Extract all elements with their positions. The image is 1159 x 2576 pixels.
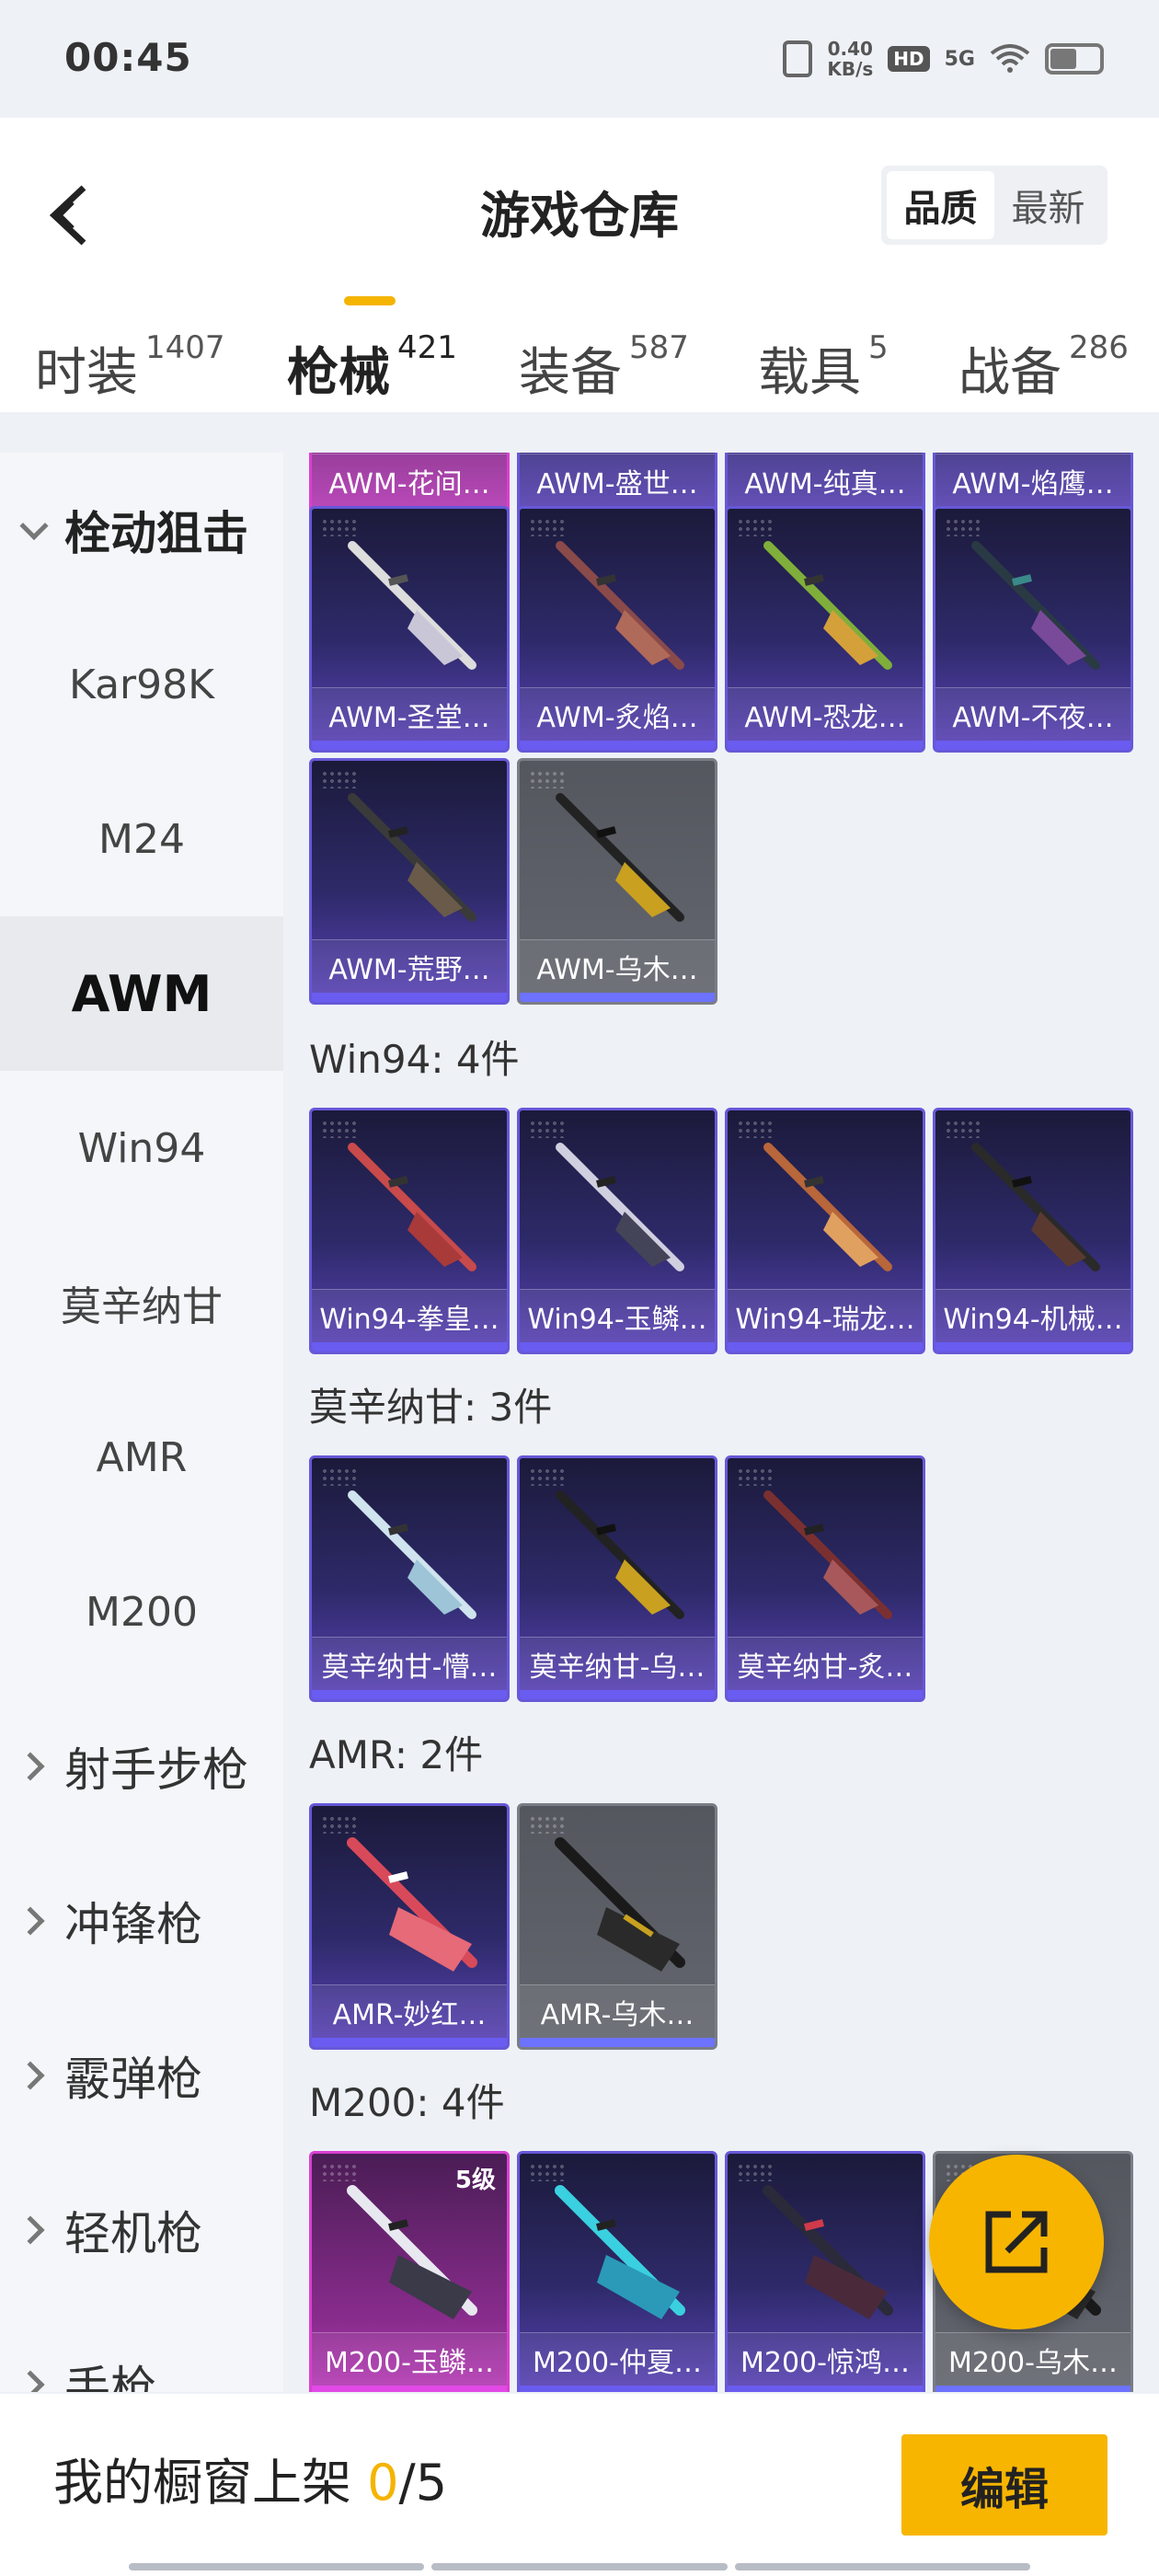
weapon-grid: AWM-花间… AWM-盛世… AWM-纯真… AWM-焰鹰… AWM-圣堂… … xyxy=(283,453,1159,2392)
showcase-bar: 我的橱窗上架 0/5 编辑 xyxy=(0,2394,1159,2576)
rifle-icon xyxy=(556,1143,684,1271)
status-icons: 0.40 KB/s HD 5G xyxy=(783,33,1104,85)
tab-vehicles[interactable]: 载具 5 xyxy=(758,329,889,414)
weapon-card[interactable]: Win94-玉鳞… xyxy=(517,1108,717,1354)
weapon-card[interactable]: AWM-恐龙… xyxy=(725,506,925,753)
weapon-card[interactable]: M200-惊鸿… xyxy=(725,2151,925,2392)
chevron-right-icon xyxy=(16,2370,45,2392)
section-title-m200: M200: 4件 xyxy=(309,2080,505,2125)
sidebar-item-awm[interactable]: AWM xyxy=(0,916,283,1071)
wifi-icon xyxy=(990,44,1030,73)
weapon-card[interactable]: 莫辛纳甘-乌… xyxy=(517,1455,717,1702)
weapon-card[interactable]: 莫辛纳甘-炙… xyxy=(725,1455,925,1702)
weapon-card[interactable]: AWM-不夜… xyxy=(933,506,1133,753)
sidebar-group-lmg[interactable]: 轻机枪 xyxy=(0,2153,283,2307)
rifle-icon xyxy=(763,541,892,670)
weapon-card[interactable]: AWM-圣堂… xyxy=(309,506,510,753)
showcase-status: 我的橱窗上架 0/5 xyxy=(53,2454,448,2512)
rifle-icon xyxy=(555,1837,685,1972)
weapon-card[interactable]: AMR-妙红… xyxy=(309,1803,510,2050)
weapon-sidebar: 栓动狙击 Kar98K M24 AWM Win94 莫辛纳甘 AMR M200 … xyxy=(0,453,283,2392)
tab-fashion[interactable]: 时装 1407 xyxy=(35,329,225,414)
sidebar-item-mosin[interactable]: 莫辛纳甘 xyxy=(0,1225,283,1380)
weapon-card[interactable]: M200-仲夏… xyxy=(517,2151,717,2392)
sort-quality[interactable]: 品质 xyxy=(887,171,994,239)
hd-icon: HD xyxy=(888,46,930,72)
sidebar-item-win94[interactable]: Win94 xyxy=(0,1071,283,1225)
tab-firearms[interactable]: 枪械 421 xyxy=(287,329,457,414)
sidebar-group-pistol[interactable]: 手枪 xyxy=(0,2307,283,2392)
rifle-icon xyxy=(763,1143,892,1271)
weapon-card[interactable]: AWM-荒野… xyxy=(309,758,510,1005)
sidebar-group-bolt-action[interactable]: 栓动狙击 xyxy=(0,453,283,607)
vibrate-icon xyxy=(783,40,813,77)
chevron-down-icon xyxy=(19,512,49,541)
sidebar-item-m200[interactable]: M200 xyxy=(0,1535,283,1689)
home-indicator xyxy=(129,2563,1030,2570)
sort-latest[interactable]: 最新 xyxy=(994,171,1102,239)
rifle-icon xyxy=(348,541,476,670)
status-bar: 00:45 0.40 KB/s HD 5G xyxy=(0,0,1159,118)
chevron-right-icon xyxy=(16,1752,45,1781)
rifle-icon xyxy=(348,1143,476,1271)
chevron-right-icon xyxy=(16,2061,45,2090)
weapon-card[interactable]: Win94-拳皇… xyxy=(309,1108,510,1354)
rifle-icon xyxy=(347,1837,477,1972)
sort-toggle[interactable]: 品质 最新 xyxy=(881,166,1107,245)
external-share-icon xyxy=(985,2211,1048,2273)
active-tab-indicator xyxy=(344,296,396,305)
sidebar-item-kar98k[interactable]: Kar98K xyxy=(0,607,283,762)
signal-5g-icon: 5G xyxy=(944,47,975,71)
tab-equipment[interactable]: 装备 587 xyxy=(519,329,689,414)
section-title-mosin: 莫辛纳甘: 3件 xyxy=(309,1385,553,1430)
clock: 00:45 xyxy=(64,35,192,80)
rifle-icon xyxy=(971,1143,1100,1271)
rifle-icon xyxy=(556,1490,684,1619)
weapon-card[interactable]: 莫辛纳甘-懵… xyxy=(309,1455,510,1702)
rifle-icon xyxy=(763,1490,892,1619)
rifle-icon xyxy=(347,2185,477,2319)
showcase-count: 0 xyxy=(367,2454,399,2512)
battery-icon xyxy=(1045,43,1104,75)
rifle-icon xyxy=(763,2185,893,2319)
sidebar-group-marksman[interactable]: 射手步枪 xyxy=(0,1689,283,1844)
section-title-win94: Win94: 4件 xyxy=(309,1037,520,1082)
sidebar-item-amr[interactable]: AMR xyxy=(0,1380,283,1535)
rifle-icon xyxy=(556,541,684,670)
sidebar-group-smg[interactable]: 冲锋枪 xyxy=(0,1844,283,1998)
weapon-card[interactable]: Win94-机械… xyxy=(933,1108,1133,1354)
rifle-icon xyxy=(971,541,1100,670)
weapon-card[interactable]: 5级 M200-玉鳞… xyxy=(309,2151,510,2392)
edit-button[interactable]: 编辑 xyxy=(901,2434,1107,2536)
rifle-icon xyxy=(555,2185,685,2319)
rifle-icon xyxy=(348,793,476,922)
weapon-card[interactable]: AWM-乌木… xyxy=(517,758,717,1005)
tab-supplies[interactable]: 战备 286 xyxy=(958,329,1129,414)
share-button[interactable] xyxy=(929,2155,1104,2329)
chevron-right-icon xyxy=(16,2215,45,2245)
sidebar-group-shotgun[interactable]: 霰弹枪 xyxy=(0,1998,283,2153)
header: 游戏仓库 品质 最新 时装 1407 枪械 421 装备 587 载具 5 战备… xyxy=(0,118,1159,412)
rifle-icon xyxy=(556,793,684,922)
sidebar-item-m24[interactable]: M24 xyxy=(0,762,283,916)
weapon-card[interactable]: AMR-乌木… xyxy=(517,1803,717,2050)
section-title-amr: AMR: 2件 xyxy=(309,1732,484,1777)
network-speed: 0.40 KB/s xyxy=(827,38,874,80)
chevron-right-icon xyxy=(16,1906,45,1936)
rifle-icon xyxy=(348,1490,476,1619)
weapon-card[interactable]: AWM-炙焰… xyxy=(517,506,717,753)
category-tabs: 时装 1407 枪械 421 装备 587 载具 5 战备 286 xyxy=(0,329,1159,414)
weapon-card[interactable]: Win94-瑞龙… xyxy=(725,1108,925,1354)
